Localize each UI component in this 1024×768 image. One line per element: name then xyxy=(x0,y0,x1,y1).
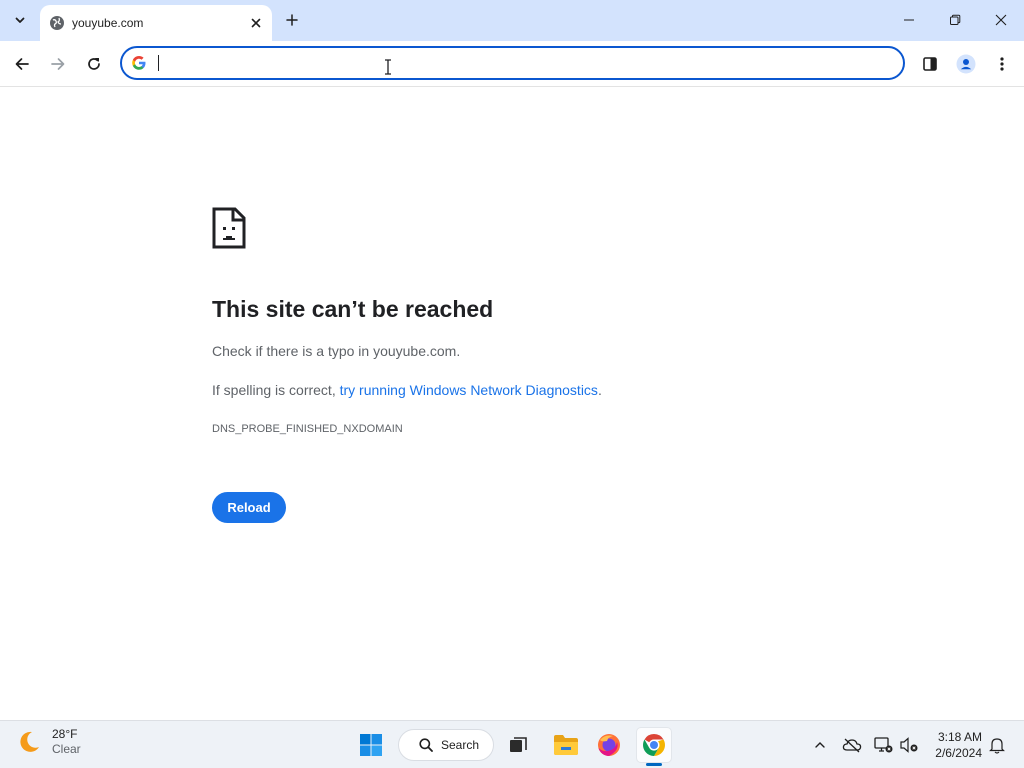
volume-muted-icon xyxy=(900,737,918,753)
diagnostics-link[interactable]: try running Windows Network Diagnostics xyxy=(340,382,598,398)
firefox-button[interactable] xyxy=(591,727,627,763)
profile-button[interactable] xyxy=(952,50,980,78)
forward-button[interactable] xyxy=(44,50,72,78)
weather-temperature: 28°F xyxy=(52,727,78,741)
start-button[interactable] xyxy=(353,727,389,763)
new-tab-button[interactable] xyxy=(280,8,304,32)
restore-button[interactable] xyxy=(932,0,978,40)
show-hidden-icons-button[interactable] xyxy=(810,735,830,755)
windows-start-icon xyxy=(360,734,382,756)
minimize-icon xyxy=(904,19,914,21)
tab-strip: youyube.com xyxy=(0,0,1024,41)
weather-widget[interactable]: 28°F Clear xyxy=(16,727,81,757)
moon-icon xyxy=(20,731,39,752)
restore-icon xyxy=(950,14,961,25)
network-button[interactable] xyxy=(873,735,893,755)
error-diagnostics-hint: If spelling is correct, try running Wind… xyxy=(212,382,602,398)
side-panel-button[interactable] xyxy=(916,50,944,78)
plus-icon xyxy=(286,14,298,26)
error-code: DNS_PROBE_FINISHED_NXDOMAIN xyxy=(212,423,403,435)
globe-icon xyxy=(49,15,65,31)
google-icon xyxy=(131,55,147,71)
reload-toolbar-button[interactable] xyxy=(80,50,108,78)
diagnostics-prefix: If spelling is correct, xyxy=(212,382,340,398)
tab-active[interactable]: youyube.com xyxy=(40,5,272,41)
volume-button[interactable] xyxy=(899,735,919,755)
chevron-up-icon xyxy=(815,742,825,748)
clock[interactable]: 3:18 AM 2/6/2024 xyxy=(926,729,982,761)
menu-button[interactable] xyxy=(988,50,1016,78)
task-view-icon xyxy=(510,737,527,752)
diagnostics-suffix: . xyxy=(597,382,602,398)
file-explorer-icon xyxy=(554,735,578,755)
task-view-button[interactable] xyxy=(501,727,537,763)
chevron-down-icon xyxy=(15,17,25,23)
sad-document-icon xyxy=(212,207,246,249)
bell-icon xyxy=(989,738,1005,754)
close-window-button[interactable] xyxy=(978,0,1024,40)
active-app-indicator xyxy=(646,763,662,766)
tab-search-button[interactable] xyxy=(8,8,32,32)
taskbar: 28°F Clear Search 3:18 AM 2/6/2024 xyxy=(0,720,1024,768)
text-cursor-icon xyxy=(385,59,391,75)
text-caret xyxy=(158,55,159,71)
cloud-offline-icon xyxy=(842,738,862,753)
tab-title: youyube.com xyxy=(72,16,144,30)
error-title: This site can’t be reached xyxy=(212,296,494,322)
profile-icon xyxy=(956,54,976,74)
error-typo-hint: Check if there is a typo in youyube.com. xyxy=(212,343,461,359)
address-input[interactable] xyxy=(157,51,857,75)
browser-toolbar xyxy=(0,41,1024,87)
onedrive-button[interactable] xyxy=(842,735,862,755)
arrow-left-icon xyxy=(15,58,29,70)
search-label: Search xyxy=(441,738,480,752)
notifications-button[interactable] xyxy=(987,735,1007,755)
arrow-right-icon xyxy=(51,58,65,70)
chrome-button[interactable] xyxy=(636,727,672,763)
close-icon xyxy=(251,18,261,28)
file-explorer-button[interactable] xyxy=(548,727,584,763)
firefox-icon xyxy=(598,734,620,756)
close-icon xyxy=(995,14,1007,26)
network-disconnected-icon xyxy=(874,737,893,753)
weather-condition: Clear xyxy=(52,742,81,756)
chrome-icon xyxy=(643,734,665,756)
refresh-icon xyxy=(88,58,100,70)
taskbar-search[interactable]: Search xyxy=(398,729,494,761)
search-icon xyxy=(419,738,433,752)
clock-date: 2/6/2024 xyxy=(935,746,982,760)
close-tab-button[interactable] xyxy=(246,13,266,33)
error-page: This site can’t be reached Check if ther… xyxy=(0,88,1024,720)
back-button[interactable] xyxy=(8,50,36,78)
address-bar[interactable] xyxy=(120,46,905,80)
minimize-button[interactable] xyxy=(886,0,932,40)
side-panel-icon xyxy=(923,57,937,71)
clock-time: 3:18 AM xyxy=(937,730,982,744)
reload-button[interactable]: Reload xyxy=(212,492,286,523)
more-vert-icon xyxy=(1000,57,1004,71)
